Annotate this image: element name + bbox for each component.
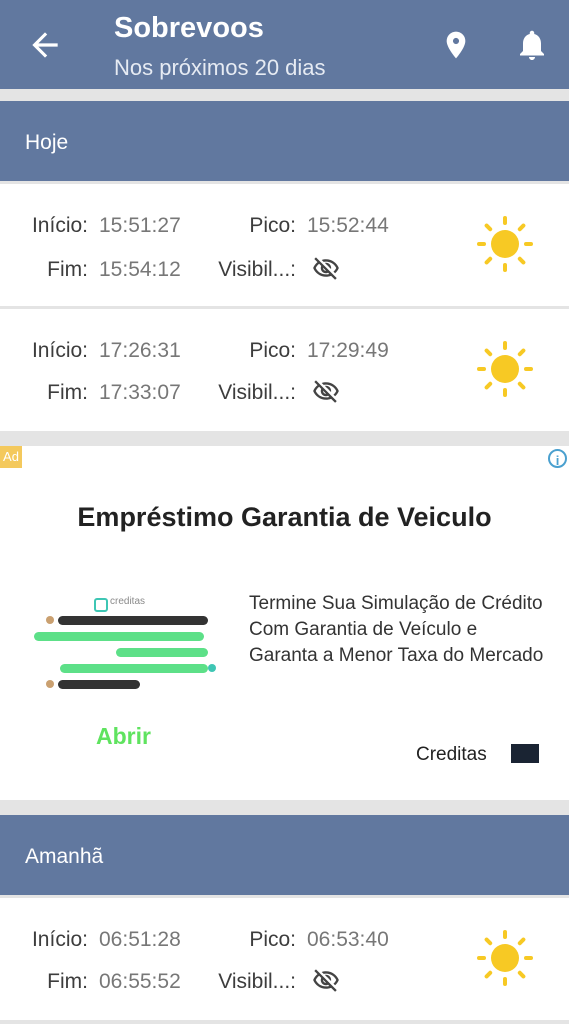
peak-label: Pico:: [249, 928, 296, 951]
map-pin-icon[interactable]: [440, 27, 472, 63]
start-time: 06:51:28: [99, 928, 181, 951]
section-header-today: Hoje: [0, 101, 569, 181]
start-time: 15:51:27: [99, 214, 181, 237]
end-label: Fim:: [47, 970, 88, 993]
ad-title[interactable]: Empréstimo Garantia de Veiculo: [0, 502, 569, 533]
pass-card[interactable]: Início: 17:26:31 Pico: 17:29:49 Fim: 17:…: [0, 309, 569, 431]
eye-off-icon: [313, 969, 339, 992]
end-label: Fim:: [47, 381, 88, 404]
start-label: Início:: [31, 928, 88, 951]
app-bar: Sobrevoos Nos próximos 20 dias: [0, 0, 569, 89]
end-time: 06:55:52: [99, 970, 181, 993]
pass-card[interactable]: Início: 15:51:27 Pico: 15:52:44 Fim: 15:…: [0, 184, 569, 306]
avatar: [46, 616, 54, 624]
chat-bubble: [60, 664, 208, 673]
ad-description[interactable]: Termine Sua Simulação de Crédito Com Gar…: [249, 591, 549, 669]
avatar: [208, 664, 216, 672]
sun-icon: [477, 216, 533, 272]
page-title: Sobrevoos: [114, 12, 264, 44]
start-label: Início:: [31, 214, 88, 237]
end-label: Fim:: [47, 258, 88, 281]
start-time: 17:26:31: [99, 339, 181, 362]
chat-bubble: [58, 616, 208, 625]
start-label: Início:: [31, 339, 88, 362]
peak-time: 06:53:40: [307, 928, 389, 951]
ad-badge: Ad: [0, 446, 22, 468]
section-title: Hoje: [25, 131, 69, 154]
avatar: [46, 680, 54, 688]
end-time: 15:54:12: [99, 258, 181, 281]
creditas-logo-icon: [94, 598, 108, 612]
peak-time: 15:52:44: [307, 214, 389, 237]
open-button[interactable]: Abrir: [96, 723, 151, 750]
advertiser-logo: [511, 744, 539, 763]
section-header-tomorrow: Amanhã: [0, 815, 569, 895]
bell-icon[interactable]: [514, 26, 550, 64]
divider: [0, 89, 569, 101]
visibility-label: Visibil...:: [218, 970, 296, 993]
advertiser-name[interactable]: Creditas: [416, 744, 487, 766]
pass-card[interactable]: Início: 06:51:28 Pico: 06:53:40 Fim: 06:…: [0, 898, 569, 1020]
visibility-label: Visibil...:: [218, 258, 296, 281]
chat-bubble: [34, 632, 204, 641]
sun-icon: [477, 341, 533, 397]
chat-bubble: [116, 648, 208, 657]
visibility-label: Visibil...:: [218, 381, 296, 404]
arrow-left-icon[interactable]: [26, 26, 64, 64]
chat-bubble: [58, 680, 140, 689]
eye-off-icon: [313, 380, 339, 403]
ad-image-brand: creditas: [110, 596, 146, 607]
peak-label: Pico:: [249, 214, 296, 237]
peak-label: Pico:: [249, 339, 296, 362]
end-time: 17:33:07: [99, 381, 181, 404]
sun-icon: [477, 930, 533, 986]
ad-banner[interactable]: Ad i Empréstimo Garantia de Veiculo cred…: [0, 446, 569, 800]
section-title: Amanhã: [25, 845, 104, 868]
page-subtitle: Nos próximos 20 dias: [114, 55, 326, 80]
eye-off-icon: [313, 257, 339, 280]
ad-image[interactable]: creditas: [32, 592, 220, 692]
peak-time: 17:29:49: [307, 339, 389, 362]
info-icon[interactable]: i: [548, 449, 567, 468]
